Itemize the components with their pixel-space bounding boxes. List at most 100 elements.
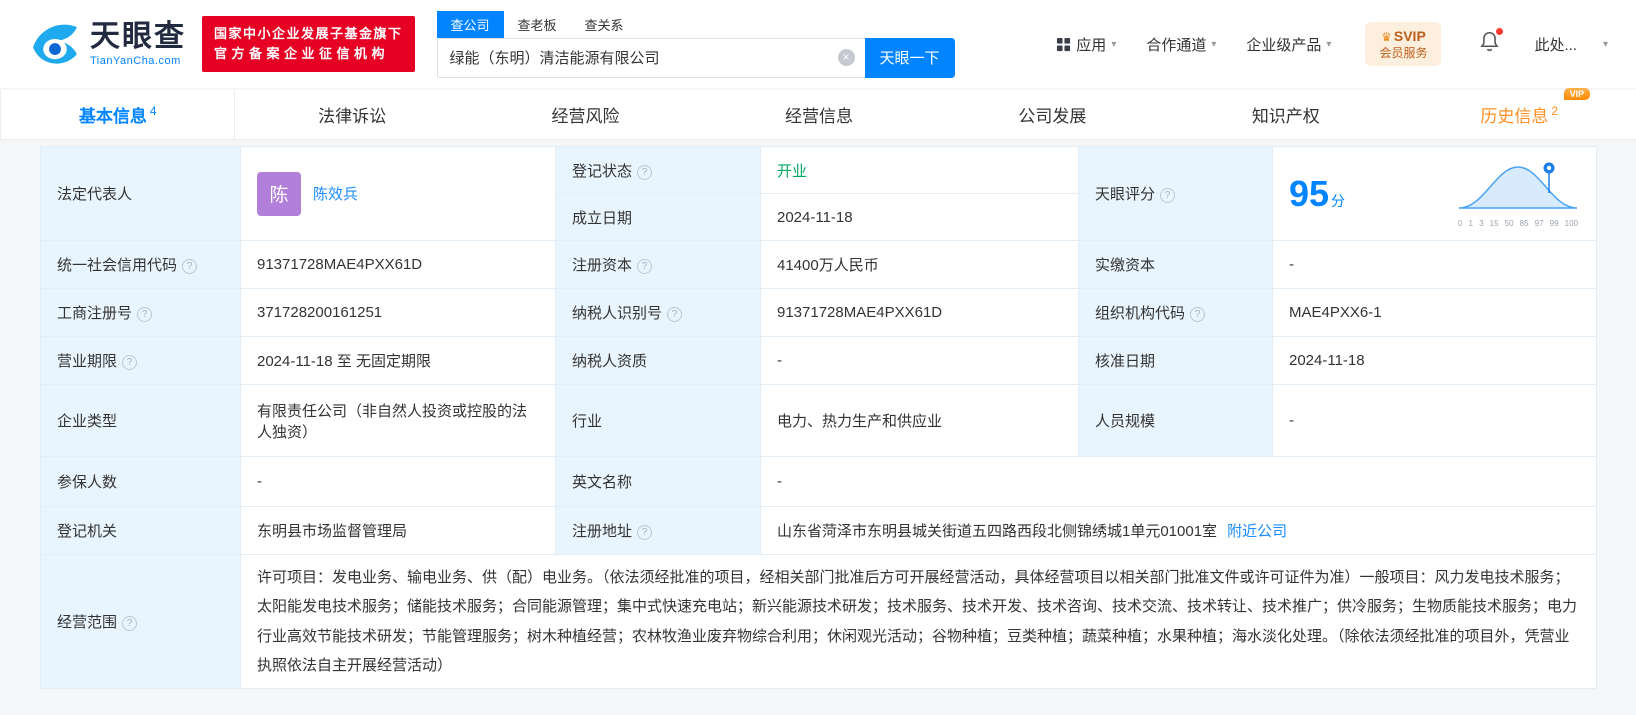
field-reg-number-value: 371728200161251 xyxy=(240,288,556,337)
field-taxpayer-id-label: 纳税人识别号? xyxy=(555,288,761,337)
field-reg-authority-label: 登记机关 xyxy=(40,506,241,555)
clear-search-icon[interactable]: × xyxy=(837,49,855,66)
tianyancha-logo[interactable]: 天眼查 TianYanCha.com xyxy=(28,17,186,71)
nav-apps[interactable]: 应用 ▾ xyxy=(1056,34,1116,55)
field-paid-capital-label: 实缴资本 xyxy=(1078,240,1273,289)
field-taxpayer-qualification-label: 纳税人资质 xyxy=(555,336,761,385)
user-menu-label: 此处... xyxy=(1534,36,1577,54)
tab-basic-info-count: 4 xyxy=(149,104,157,119)
apps-grid-icon xyxy=(1057,37,1071,51)
field-staff-size-value: - xyxy=(1272,384,1597,457)
svip-membership-button[interactable]: ♛ SVIP 会员服务 xyxy=(1365,21,1442,67)
field-credit-code-label: 统一社会信用代码? xyxy=(40,240,241,289)
help-icon[interactable]: ? xyxy=(637,259,653,274)
help-icon[interactable]: ? xyxy=(667,307,683,322)
field-org-code-label: 组织机构代码? xyxy=(1078,288,1273,337)
field-score-value: 95 分 013 15 50 85 97 99 100 xyxy=(1272,146,1597,241)
field-industry-label: 行业 xyxy=(555,384,761,457)
field-legal-representative-value: 陈 陈效兵 xyxy=(240,146,556,241)
status-badge: 开业 xyxy=(777,162,808,180)
field-reg-address-value: 山东省菏泽市东明县城关街道五四路西段北侧锦绣城1单元01001室 附近公司 xyxy=(760,506,1597,555)
field-org-code-value: MAE4PXX6-1 xyxy=(1272,288,1597,337)
chevron-down-icon: ▾ xyxy=(1602,38,1608,50)
reg-address-text: 山东省菏泽市东明县城关街道五四路西段北侧锦绣城1单元01001室 xyxy=(777,523,1218,540)
tab-legal-proceedings[interactable]: 法律诉讼 xyxy=(235,90,468,139)
search-tabs: 查公司 查老板 查关系 xyxy=(436,10,955,38)
search-input[interactable] xyxy=(437,38,838,77)
tab-business-info[interactable]: 经营信息 xyxy=(702,90,935,139)
nav-cooperation[interactable]: 合作通道 ▾ xyxy=(1146,34,1216,55)
top-header: 天眼查 TianYanCha.com 国家中小企业发展子基金旗下 官方备案企业征… xyxy=(0,0,1636,88)
field-credit-code-value: 91371728MAE4PXX61D xyxy=(240,240,556,289)
score-axis-labels: 013 15 50 85 97 99 100 xyxy=(1458,218,1578,228)
vip-tag: VIP xyxy=(1563,88,1591,100)
table-row: 参保人数 - 英文名称 - xyxy=(40,456,1597,507)
search-tab-company[interactable]: 查公司 xyxy=(436,10,504,38)
field-reg-status-label: 登记状态? xyxy=(555,146,761,194)
logo-text-en: TianYanCha.com xyxy=(90,54,181,67)
tab-history-count: 2 xyxy=(1551,104,1559,119)
search-tab-boss[interactable]: 查老板 xyxy=(504,11,571,38)
chevron-down-icon: ▾ xyxy=(1111,38,1117,50)
field-reg-capital-label: 注册资本? xyxy=(555,240,761,289)
help-icon[interactable]: ? xyxy=(122,616,138,631)
field-score-label: 天眼评分? xyxy=(1078,146,1273,241)
help-icon[interactable]: ? xyxy=(637,525,653,540)
user-menu[interactable]: 此处... ▾ xyxy=(1534,34,1608,55)
field-business-scope-label: 经营范围? xyxy=(40,554,241,689)
logo-text-cn: 天眼查 xyxy=(90,19,186,53)
tab-history-info[interactable]: 历史信息 2 VIP xyxy=(1403,88,1636,139)
legal-rep-name-link[interactable]: 陈效兵 xyxy=(313,183,358,204)
tab-company-development[interactable]: 公司发展 xyxy=(936,90,1169,139)
field-english-name-label: 英文名称 xyxy=(555,456,761,507)
table-row: 经营范围? 许可项目：发电业务、输电业务、供（配）电业务。（依法须经批准的项目，… xyxy=(40,554,1597,689)
table-row: 统一社会信用代码? 91371728MAE4PXX61D 注册资本? 41400… xyxy=(40,240,1597,289)
field-reg-status-value: 开业 xyxy=(760,146,1079,194)
help-icon[interactable]: ? xyxy=(137,307,153,322)
help-icon[interactable]: ? xyxy=(1190,307,1206,322)
table-row: 登记机关 东明县市场监督管理局 注册地址? 山东省菏泽市东明县城关街道五四路西段… xyxy=(40,506,1597,555)
gov-badge-line2: 官方备案企业征信机构 xyxy=(214,46,390,61)
field-taxpayer-id-value: 91371728MAE4PXX61D xyxy=(760,288,1079,337)
field-company-type-value: 有限责任公司（非自然人投资或控股的法人独资） xyxy=(240,384,556,457)
field-staff-size-label: 人员规模 xyxy=(1078,384,1273,457)
field-paid-capital-value: - xyxy=(1272,240,1597,289)
notifications-button[interactable] xyxy=(1479,28,1504,58)
nearby-companies-link[interactable]: 附近公司 xyxy=(1227,520,1287,541)
help-icon[interactable]: ? xyxy=(637,164,653,180)
help-icon[interactable]: ? xyxy=(182,259,198,274)
field-business-term-label: 营业期限? xyxy=(40,336,241,385)
help-icon[interactable]: ? xyxy=(122,355,138,370)
gov-badge-line1: 国家中小企业发展子基金旗下 xyxy=(214,25,403,41)
table-row: 工商注册号? 371728200161251 纳税人识别号? 91371728M… xyxy=(40,288,1597,337)
company-section-tabs: 基本信息 4 法律诉讼 经营风险 经营信息 公司发展 知识产权 历史信息 2 VIP xyxy=(0,88,1636,140)
field-approval-date-label: 核准日期 xyxy=(1078,336,1273,385)
gov-certification-badge: 国家中小企业发展子基金旗下 官方备案企业征信机构 xyxy=(202,15,415,73)
tab-operational-risk[interactable]: 经营风险 xyxy=(469,90,702,139)
field-business-scope-value: 许可项目：发电业务、输电业务、供（配）电业务。（依法须经批准的项目，经相关部门批… xyxy=(240,554,1597,689)
field-legal-representative-label: 法定代表人 xyxy=(40,146,241,241)
svip-line1: ♛ SVIP xyxy=(1381,27,1426,44)
field-reg-capital-value: 41400万人民币 xyxy=(760,240,1079,289)
field-approval-date-value: 2024-11-18 xyxy=(1272,336,1597,385)
field-english-name-value: - xyxy=(760,456,1597,507)
table-row: 企业类型 有限责任公司（非自然人投资或控股的法人独资） 行业 电力、热力生产和供… xyxy=(40,384,1597,457)
search-tab-relation[interactable]: 查关系 xyxy=(571,11,638,38)
score-distribution-chart: 013 15 50 85 97 99 100 xyxy=(1456,160,1580,228)
legal-rep-avatar[interactable]: 陈 xyxy=(257,171,301,216)
field-establish-date-value: 2024-11-18 xyxy=(760,193,1079,241)
chevron-down-icon: ▾ xyxy=(1211,38,1217,50)
search-area: 查公司 查老板 查关系 × 天眼一下 xyxy=(436,10,955,78)
chevron-down-icon: ▾ xyxy=(1326,38,1332,50)
search-button[interactable]: 天眼一下 xyxy=(864,37,955,78)
business-scope-text: 许可项目：发电业务、输电业务、供（配）电业务。（依法须经批准的项目，经相关部门批… xyxy=(257,569,1578,674)
help-icon[interactable]: ? xyxy=(1160,188,1176,203)
tab-intellectual-property[interactable]: 知识产权 xyxy=(1169,90,1402,139)
field-insured-count-label: 参保人数 xyxy=(40,456,241,507)
field-business-term-value: 2024-11-18 至 无固定期限 xyxy=(240,336,556,385)
nav-enterprise-products[interactable]: 企业级产品 ▾ xyxy=(1246,34,1331,55)
tab-basic-info[interactable]: 基本信息 4 xyxy=(0,90,236,139)
search-box: × 天眼一下 xyxy=(436,37,955,78)
crown-icon: ♛ xyxy=(1381,29,1392,44)
field-industry-value: 电力、热力生产和供应业 xyxy=(760,384,1079,457)
